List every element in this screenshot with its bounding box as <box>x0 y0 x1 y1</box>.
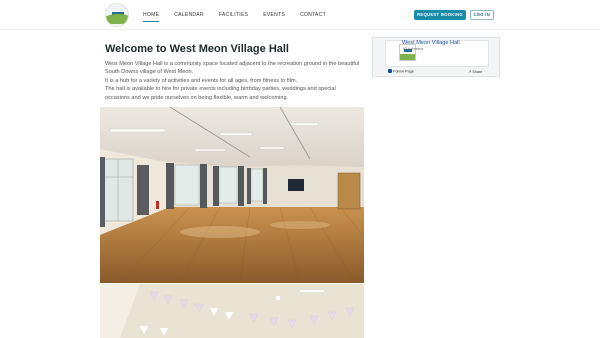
facebook-followers-count: 93 followers <box>403 47 424 51</box>
site-header: HOME CALENDAR FACILITIES EVENTS CONTACT … <box>0 0 600 30</box>
facebook-share-button[interactable]: ↗ Share <box>468 69 482 74</box>
intro-paragraph: The hall is available to hire for privat… <box>105 86 336 101</box>
nav-calendar[interactable]: CALENDAR <box>174 11 204 19</box>
nav-events[interactable]: EVENTS <box>263 11 285 19</box>
intro-paragraph: It is a hub for a variety of activities … <box>105 77 298 84</box>
request-booking-button[interactable]: REQUEST BOOKING <box>414 10 466 20</box>
share-icon: ↗ <box>468 70 472 74</box>
page-title: Welcome to West Meon Village Hall <box>105 43 289 55</box>
intro-text: West Meon Village Hall is a community sp… <box>105 60 360 102</box>
village-hall-logo[interactable] <box>105 3 129 27</box>
nav-home[interactable]: HOME <box>143 11 160 22</box>
facebook-share-label: Share <box>472 70 483 74</box>
facebook-icon <box>388 69 392 73</box>
hall-interior-photo <box>100 107 364 283</box>
intro-paragraph: West Meon Village Hall is a community sp… <box>105 61 360 76</box>
hall-bunting-photo <box>100 284 364 338</box>
facebook-follow-label: Follow Page <box>393 69 414 74</box>
nav-contact[interactable]: CONTACT <box>300 11 326 19</box>
main-nav: HOME CALENDAR FACILITIES EVENTS CONTACT <box>143 11 341 22</box>
nav-facilities[interactable]: FACILITIES <box>219 11 248 19</box>
facebook-page-name[interactable]: West Meon Village Hall <box>402 40 460 46</box>
login-button[interactable]: LOG IN <box>470 10 494 20</box>
facebook-follow-button[interactable]: Follow Page <box>388 69 414 74</box>
